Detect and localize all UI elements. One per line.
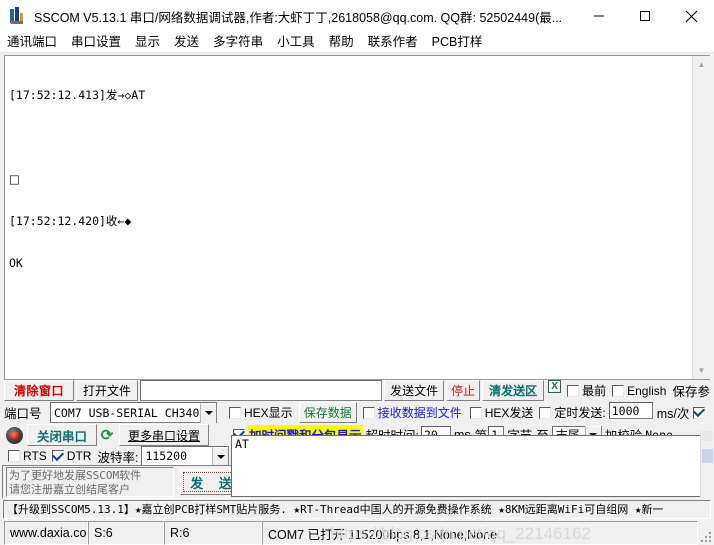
file-path-input[interactable] <box>140 380 383 401</box>
menu-item-multi-string[interactable]: 多字符串 <box>206 32 270 52</box>
rts-checkbox[interactable]: RTS <box>8 446 47 466</box>
send-text-area[interactable]: AT <box>232 436 700 496</box>
window-title: SSCOM V5.13.1 串口/网络数据调试器,作者:大虾丁丁,2618058… <box>34 10 563 25</box>
checkbox-box[interactable] <box>567 384 580 397</box>
sscom-window: SSCOM V5.13.1 串口/网络数据调试器,作者:大虾丁丁,2618058… <box>0 0 714 545</box>
checkbox-box[interactable] <box>612 384 625 397</box>
send-file-button[interactable]: 发送文件 <box>384 380 445 401</box>
menu-item-tools[interactable]: 小工具 <box>270 32 322 52</box>
recv-to-file-checkbox[interactable]: 接收数据到文件 <box>362 402 462 423</box>
hex-send-label: HEX发送 <box>484 406 534 420</box>
checkbox-box[interactable] <box>469 406 482 419</box>
scroll-up-arrow[interactable]: ▲ <box>693 56 710 73</box>
port-status-led <box>6 426 23 444</box>
console-line: OK <box>9 256 23 270</box>
refresh-icon[interactable]: ⟳ <box>97 424 117 446</box>
resize-grip-icon[interactable] <box>700 531 712 543</box>
status-port-info: COM7 已打开 115200bps,8,1,None,None <box>262 521 698 545</box>
hex-send-checkbox[interactable]: HEX发送 <box>469 402 534 423</box>
maximize-icon[interactable] <box>622 0 668 32</box>
menu-item-comm-port[interactable]: 通讯端口 <box>0 32 64 52</box>
clear-window-button[interactable]: 清除窗口 <box>4 380 74 401</box>
menu-item-contact-author[interactable]: 联系作者 <box>361 32 425 52</box>
console-line: □ <box>9 172 20 186</box>
stop-button[interactable]: 停止 <box>446 380 481 401</box>
menu-item-help[interactable]: 帮助 <box>322 32 361 52</box>
close-port-button[interactable]: 关闭串口 <box>27 424 97 446</box>
english-label: English <box>627 383 667 398</box>
menu-bar: 通讯端口 串口设置 显示 发送 多字符串 小工具 帮助 联系作者 PCB打样 <box>0 32 714 53</box>
rts-label: RTS <box>23 449 47 463</box>
send-area-scrollbar[interactable] <box>700 431 714 497</box>
baud-rate-label: 波特率: <box>97 450 139 465</box>
dtr-checkbox[interactable]: DTR <box>51 446 92 466</box>
port-number-label: 端口号 <box>4 407 42 421</box>
title-bar: SSCOM V5.13.1 串口/网络数据调试器,作者:大虾丁丁,2618058… <box>0 0 714 33</box>
status-site: www.daxia.com <box>4 521 88 545</box>
window-controls <box>576 0 714 32</box>
hex-display-checkbox[interactable]: HEX显示 <box>229 402 293 423</box>
checkbox-box[interactable] <box>51 450 64 462</box>
checkbox-box[interactable] <box>8 450 20 462</box>
dtr-label: DTR <box>66 449 92 463</box>
english-checkbox[interactable]: English <box>612 380 666 401</box>
receive-area-scrollbar[interactable]: ▲ ▼ <box>692 56 710 379</box>
timed-send-interval-input[interactable]: 1000 <box>608 402 653 419</box>
checkbox-box[interactable] <box>362 406 375 419</box>
receive-text-area[interactable]: [17:52:12.413]发→◇AT □ [17:52:12.420]收←◆ … <box>5 56 693 379</box>
always-on-top-checkbox[interactable]: 最前 <box>567 380 606 401</box>
timed-send-unit-label: ms/次 <box>656 407 690 421</box>
baud-rate-select[interactable]: 115200 <box>141 446 230 466</box>
checkbox-box[interactable] <box>693 406 706 419</box>
checkbox-box[interactable] <box>229 406 241 419</box>
recv-to-file-label: 接收数据到文件 <box>377 406 462 420</box>
clear-send-area-button[interactable]: 清发送区 <box>482 380 545 401</box>
checkbox-box[interactable] <box>539 406 552 419</box>
console-line: [17:52:12.413]发→◇AT <box>9 88 146 102</box>
baud-rate-value: 115200 <box>145 449 187 463</box>
save-data-button[interactable]: 保存数据 <box>298 402 357 423</box>
chevron-down-icon[interactable] <box>200 402 216 423</box>
timed-send-checkbox[interactable]: 定时发送: <box>539 402 606 423</box>
port-select[interactable]: COM7 USB-SERIAL CH340 <box>50 402 217 423</box>
status-received-count: R:6 <box>164 521 262 545</box>
chevron-down-icon[interactable] <box>212 446 229 466</box>
minimize-icon[interactable] <box>576 0 622 32</box>
more-port-settings-button[interactable]: 更多串口设置 <box>119 424 209 446</box>
send-area-frame: AT <box>231 435 701 497</box>
open-file-button[interactable]: 打开文件 <box>76 380 138 401</box>
promo-line-1: 为了更好地发展SSCOM软件 <box>9 469 142 482</box>
registration-promo-text: 为了更好地发展SSCOM软件 请您注册嘉立创结尾客户 <box>6 467 174 497</box>
menu-item-send[interactable]: 发送 <box>167 32 206 52</box>
port-select-value: COM7 USB-SERIAL CH340 <box>54 405 200 420</box>
timed-send-label: 定时发送: <box>554 406 606 420</box>
sscom-app-icon <box>9 7 27 25</box>
toolbar-row-file: 清除窗口 打开文件 发送文件 停止 清发送区 X 最前 English 保存参 <box>4 380 710 401</box>
scrollbar-track <box>702 431 713 441</box>
extra-option-checkbox[interactable] <box>693 402 706 423</box>
save-params-link[interactable]: 保存参 <box>672 380 710 401</box>
menu-item-pcb[interactable]: PCB打样 <box>425 32 490 52</box>
menu-item-port-settings[interactable]: 串口设置 <box>64 32 128 52</box>
close-icon[interactable] <box>668 0 714 32</box>
excel-export-icon[interactable]: X <box>548 380 562 393</box>
receive-area-frame: [17:52:12.413]发→◇AT □ [17:52:12.420]收←◆ … <box>4 55 710 380</box>
menu-item-display[interactable]: 显示 <box>128 32 167 52</box>
scrollbar-thumb[interactable] <box>702 449 713 463</box>
promo-line-2: 请您注册嘉立创结尾客户 <box>9 483 130 496</box>
status-sent-count: S:6 <box>88 521 164 545</box>
toolbar-row-port: 端口号 COM7 USB-SERIAL CH340 HEX显示 保存数据 接收数… <box>4 402 710 423</box>
status-bar: www.daxia.com S:6 R:6 COM7 已打开 115200bps… <box>0 521 714 545</box>
console-line: [17:52:12.420]收←◆ <box>9 214 132 228</box>
always-on-top-label: 最前 <box>582 384 607 398</box>
promo-marquee[interactable]: 【升级到SSCOM5.13.1】★嘉立创PCB打样SMT贴片服务. ★RT-Th… <box>3 500 711 519</box>
hex-display-label: HEX显示 <box>244 406 293 420</box>
scroll-down-arrow[interactable]: ▼ <box>693 362 710 379</box>
